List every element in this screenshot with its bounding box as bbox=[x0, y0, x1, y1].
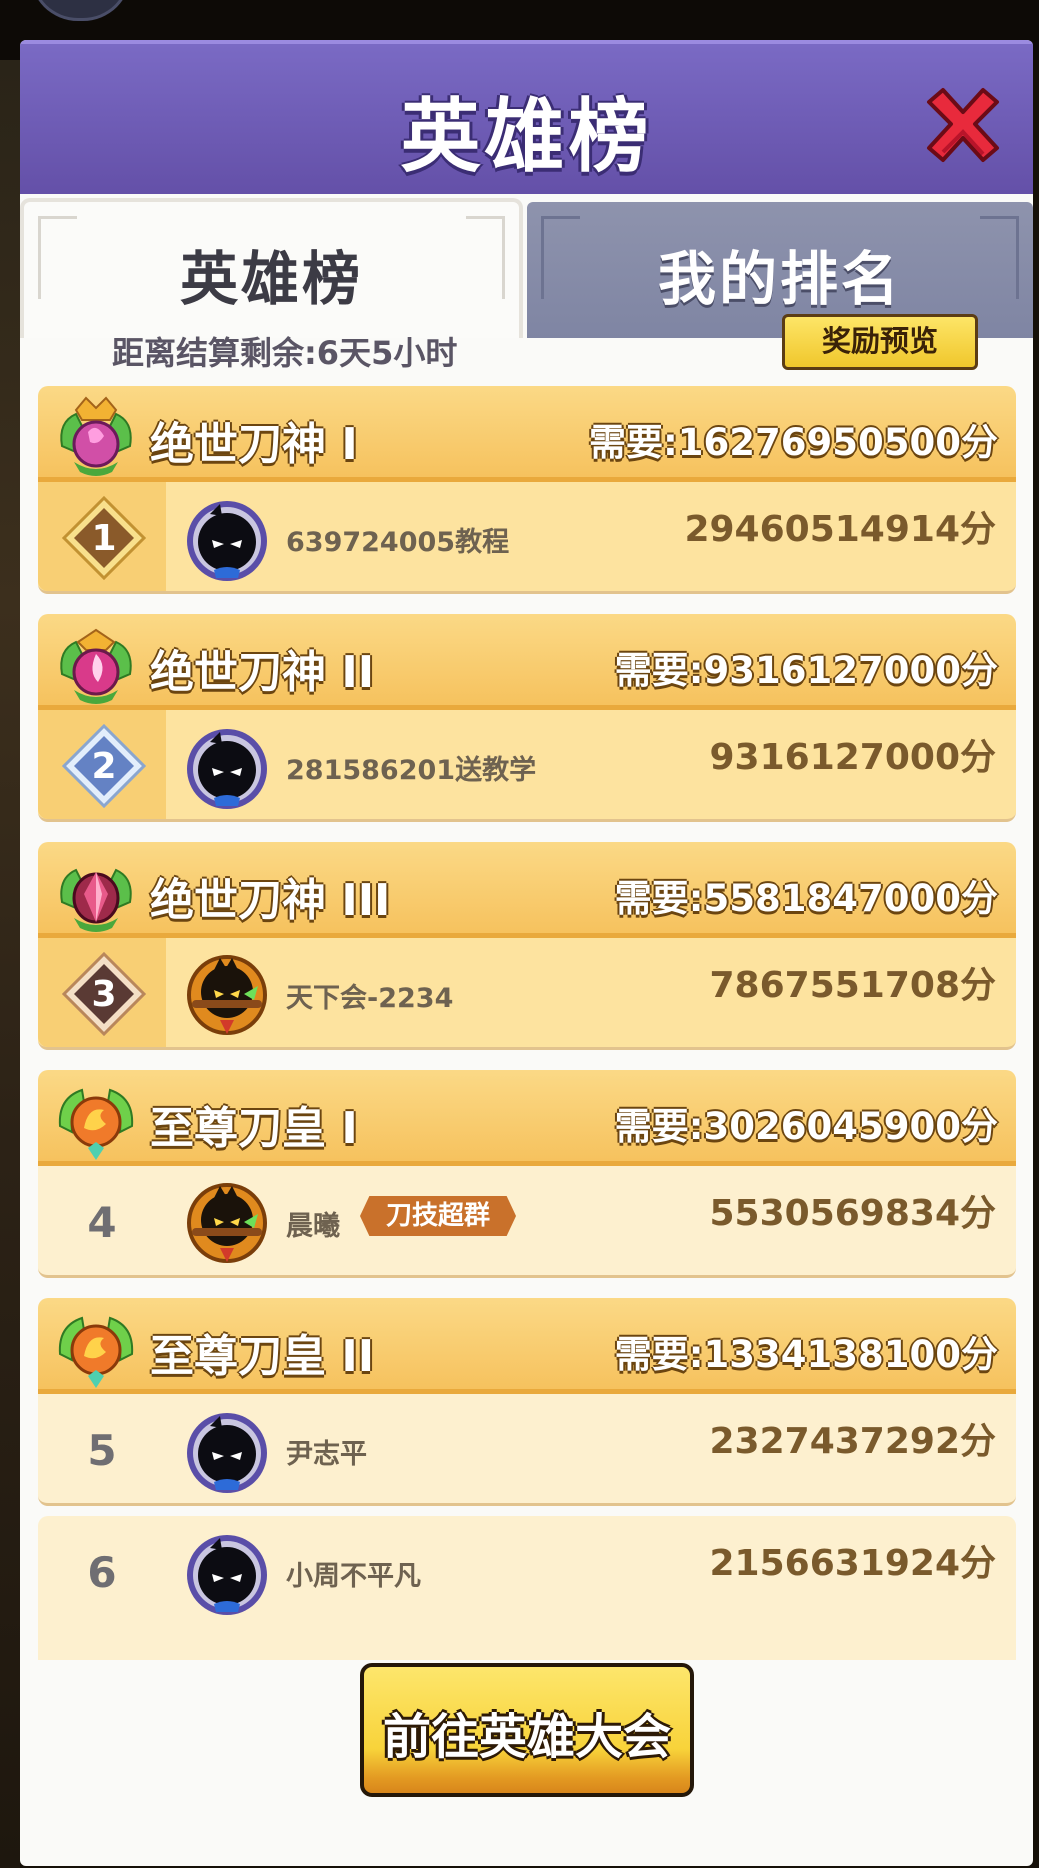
tier-header: 绝世刀神 III 需要:5581847000分 bbox=[38, 842, 1016, 938]
tab-label: 我的排名 bbox=[657, 245, 902, 313]
tier-requirement: 需要:16276950500分 bbox=[589, 421, 998, 464]
rank-diamond-badge-icon: 3 bbox=[61, 951, 147, 1037]
rank-number: 4 bbox=[87, 1198, 117, 1247]
tab-corner-ornament bbox=[980, 216, 1019, 299]
tier-requirement: 需要:3026045900分 bbox=[614, 1105, 998, 1148]
rank-cell: 2 bbox=[38, 710, 166, 819]
player-score: 2327437292分 bbox=[709, 1421, 997, 1462]
tier-requirement: 需要:1334138100分 bbox=[614, 1333, 998, 1376]
phoenix-emblem-icon bbox=[52, 1304, 140, 1392]
tab-label: 英雄榜 bbox=[179, 245, 363, 313]
rank-diamond-badge-icon: 2 bbox=[61, 723, 147, 809]
rank-number: 5 bbox=[87, 1426, 117, 1475]
player-name: 281586201送教学 bbox=[286, 755, 537, 786]
player-score: 7867551708分 bbox=[709, 965, 997, 1006]
ranking-row[interactable]: 5 尹志平 2327437292分 bbox=[38, 1394, 1016, 1506]
tab-corner-ornament bbox=[38, 216, 77, 299]
ranking-row[interactable]: 3 天下会-2234 7867551708分 bbox=[38, 938, 1016, 1050]
player-name: 小周不平凡 bbox=[286, 1561, 421, 1592]
reward-preview-button[interactable]: 奖励预览 bbox=[782, 314, 978, 370]
ranking-row[interactable]: 1 639724005教程 29460514914分 bbox=[38, 482, 1016, 594]
tier-name: 绝世刀神 III bbox=[150, 875, 391, 926]
player-name: 天下会-2234 bbox=[286, 983, 454, 1014]
rank-number: 2 bbox=[91, 746, 116, 787]
rank-cell: 1 bbox=[38, 482, 166, 591]
pink-flame-emblem-icon bbox=[52, 620, 140, 708]
phoenix-emblem-icon bbox=[52, 1076, 140, 1164]
rank-number: 1 bbox=[91, 518, 116, 559]
crimson-crystal-emblem-icon bbox=[52, 848, 140, 936]
gold-warrior-avatar-icon[interactable] bbox=[182, 1178, 272, 1268]
player-name: 尹志平 bbox=[286, 1439, 367, 1470]
player-name: 639724005教程 bbox=[286, 527, 510, 558]
tier-header: 至尊刀皇 II 需要:1334138100分 bbox=[38, 1298, 1016, 1394]
tier-header: 至尊刀皇 I 需要:3026045900分 bbox=[38, 1070, 1016, 1166]
rank-diamond-badge-icon: 1 bbox=[61, 495, 147, 581]
tab-hero-board[interactable]: 英雄榜 bbox=[20, 198, 523, 338]
rank-cell: 3 bbox=[38, 938, 166, 1047]
tab-corner-ornament bbox=[466, 216, 505, 299]
tier-name: 绝世刀神 I bbox=[150, 419, 358, 470]
purple-flame-emblem-icon bbox=[52, 392, 140, 480]
ranking-list[interactable]: 绝世刀神 I 需要:16276950500分 1 639724005教程 294… bbox=[38, 386, 1016, 1660]
panel-header: 英雄榜 bbox=[20, 40, 1033, 194]
tier-name: 至尊刀皇 I bbox=[150, 1103, 358, 1154]
panel-title: 英雄榜 bbox=[400, 90, 653, 183]
go-button-label: 前往英雄大会 bbox=[382, 1709, 671, 1765]
tab-corner-ornament bbox=[541, 216, 580, 299]
ranking-row[interactable]: 2 281586201送教学 9316127000分 bbox=[38, 710, 1016, 822]
shadow-ninja-avatar-icon[interactable] bbox=[182, 722, 272, 812]
rank-number: 6 bbox=[87, 1548, 117, 1597]
player-score: 2156631924分 bbox=[709, 1543, 997, 1584]
tier-name: 绝世刀神 II bbox=[150, 647, 375, 698]
tier-name: 至尊刀皇 II bbox=[150, 1331, 375, 1382]
background-scene bbox=[0, 60, 20, 1868]
tier-requirement: 需要:5581847000分 bbox=[614, 877, 998, 920]
settlement-countdown: 距离结算剩余:6天5小时 bbox=[112, 334, 458, 372]
player-score: 5530569834分 bbox=[709, 1193, 997, 1234]
ranking-row[interactable]: 6 小周不平凡 2156631924分 bbox=[38, 1516, 1016, 1660]
go-to-hero-conference-button[interactable]: 前往英雄大会 bbox=[360, 1663, 694, 1797]
player-score: 29460514914分 bbox=[684, 509, 996, 550]
title-badge: 刀技超群 bbox=[360, 1196, 517, 1236]
player-score: 9316127000分 bbox=[709, 737, 997, 778]
tier-requirement: 需要:9316127000分 bbox=[614, 649, 998, 692]
tier-header: 绝世刀神 I 需要:16276950500分 bbox=[38, 386, 1016, 482]
hero-ranking-panel: 英雄榜 英雄榜 我的排名 距离结算剩余:6天5小时 奖励预览 绝世刀神 I 需要… bbox=[20, 40, 1033, 1866]
player-name: 晨曦 bbox=[286, 1211, 340, 1242]
close-x-icon[interactable] bbox=[919, 82, 1005, 168]
rank-number: 3 bbox=[91, 974, 116, 1015]
ranking-row[interactable]: 4 晨曦 刀技超群 5530569834分 bbox=[38, 1166, 1016, 1278]
shadow-ninja-avatar-icon[interactable] bbox=[182, 1406, 272, 1496]
shadow-ninja-avatar-icon[interactable] bbox=[182, 1528, 272, 1618]
shadow-ninja-avatar-icon[interactable] bbox=[182, 494, 272, 584]
tier-header: 绝世刀神 II 需要:9316127000分 bbox=[38, 614, 1016, 710]
gold-warrior-avatar-icon[interactable] bbox=[182, 950, 272, 1040]
